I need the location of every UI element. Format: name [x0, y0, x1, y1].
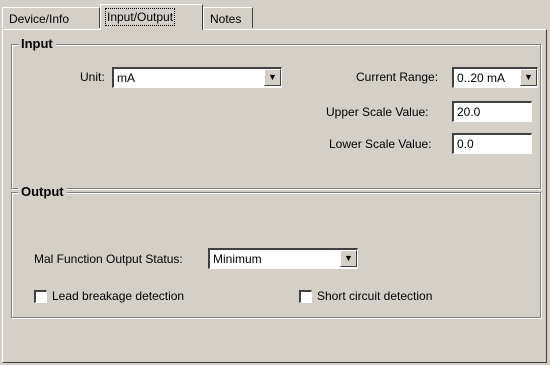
upper-scale-field[interactable]: 20.0 — [452, 101, 532, 122]
tab-device-info-label: Device/Info — [9, 12, 70, 26]
output-group: Output Mal Function Output Status: Minim… — [11, 185, 541, 318]
tab-input-output-label: Input/Output — [104, 8, 176, 26]
malfunction-status-label: Mal Function Output Status: — [34, 252, 183, 266]
chevron-down-icon[interactable]: ▼ — [340, 250, 357, 267]
lead-breakage-checkbox[interactable] — [34, 290, 47, 303]
chevron-down-icon[interactable]: ▼ — [264, 69, 281, 86]
current-range-label: Current Range: — [356, 70, 439, 84]
upper-scale-label: Upper Scale Value: — [326, 105, 429, 119]
unit-label: Unit: — [80, 70, 105, 84]
unit-value: mA — [117, 71, 135, 85]
tab-input-output[interactable]: Input/Output — [100, 4, 203, 30]
tab-notes-label: Notes — [210, 12, 242, 26]
unit-select[interactable]: mA ▼ — [112, 67, 282, 88]
lower-scale-label: Lower Scale Value: — [329, 137, 432, 151]
tab-bar: Device/Info Input/Output Notes — [0, 0, 550, 30]
malfunction-status-value: Minimum — [213, 252, 262, 266]
tab-panel: Input Unit: mA ▼ Current Range: 0..20 mA… — [2, 29, 547, 363]
lower-scale-field[interactable]: 0.0 — [452, 133, 532, 154]
input-group: Input Unit: mA ▼ Current Range: 0..20 mA… — [11, 37, 541, 189]
short-circuit-label: Short circuit detection — [317, 289, 433, 303]
tab-notes[interactable]: Notes — [203, 7, 253, 28]
output-group-title: Output — [18, 185, 67, 199]
short-circuit-checkbox[interactable] — [299, 290, 312, 303]
tab-device-info[interactable]: Device/Info — [2, 7, 100, 28]
current-range-value: 0..20 mA — [457, 71, 506, 85]
input-group-title: Input — [18, 37, 56, 51]
current-range-select[interactable]: 0..20 mA ▼ — [452, 67, 538, 88]
lead-breakage-label: Lead breakage detection — [52, 289, 185, 303]
chevron-down-icon[interactable]: ▼ — [520, 69, 537, 86]
malfunction-status-select[interactable]: Minimum ▼ — [208, 248, 358, 269]
